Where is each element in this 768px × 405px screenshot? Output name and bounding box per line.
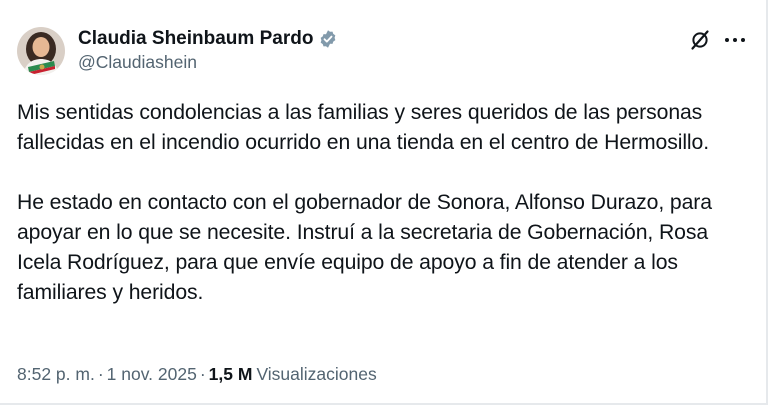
grok-icon[interactable] xyxy=(688,28,712,52)
avatar[interactable] xyxy=(17,27,65,75)
author-display-name[interactable]: Claudia Sheinbaum Pardo xyxy=(78,28,313,50)
tweet-paragraph-1: Mis sentidas condolencias a las familias… xyxy=(17,101,710,154)
tweet-text: Mis sentidas condolencias a las familias… xyxy=(17,98,757,308)
more-icon[interactable] xyxy=(722,28,748,52)
tweet-card: Claudia Sheinbaum Pardo @Claudiashein Mi… xyxy=(0,0,768,405)
tweet-paragraph-2: He estado en contacto con el gobernador … xyxy=(17,191,712,304)
views-count: 1,5 M xyxy=(208,364,253,384)
tweet-date[interactable]: 1 nov. 2025 xyxy=(107,364,197,385)
author-handle[interactable]: @Claudiashein xyxy=(78,52,197,73)
views-label: Visualizaciones xyxy=(256,364,377,384)
tweet-time[interactable]: 8:52 p. m. xyxy=(17,364,95,385)
author-name-row[interactable]: Claudia Sheinbaum Pardo xyxy=(78,27,338,51)
meta-separator-2: · xyxy=(199,364,206,384)
tweet-meta: 8:52 p. m. · 1 nov. 2025 · 1,5 M Visuali… xyxy=(17,364,377,385)
meta-separator: · xyxy=(97,364,104,384)
verified-badge-icon xyxy=(318,29,338,49)
